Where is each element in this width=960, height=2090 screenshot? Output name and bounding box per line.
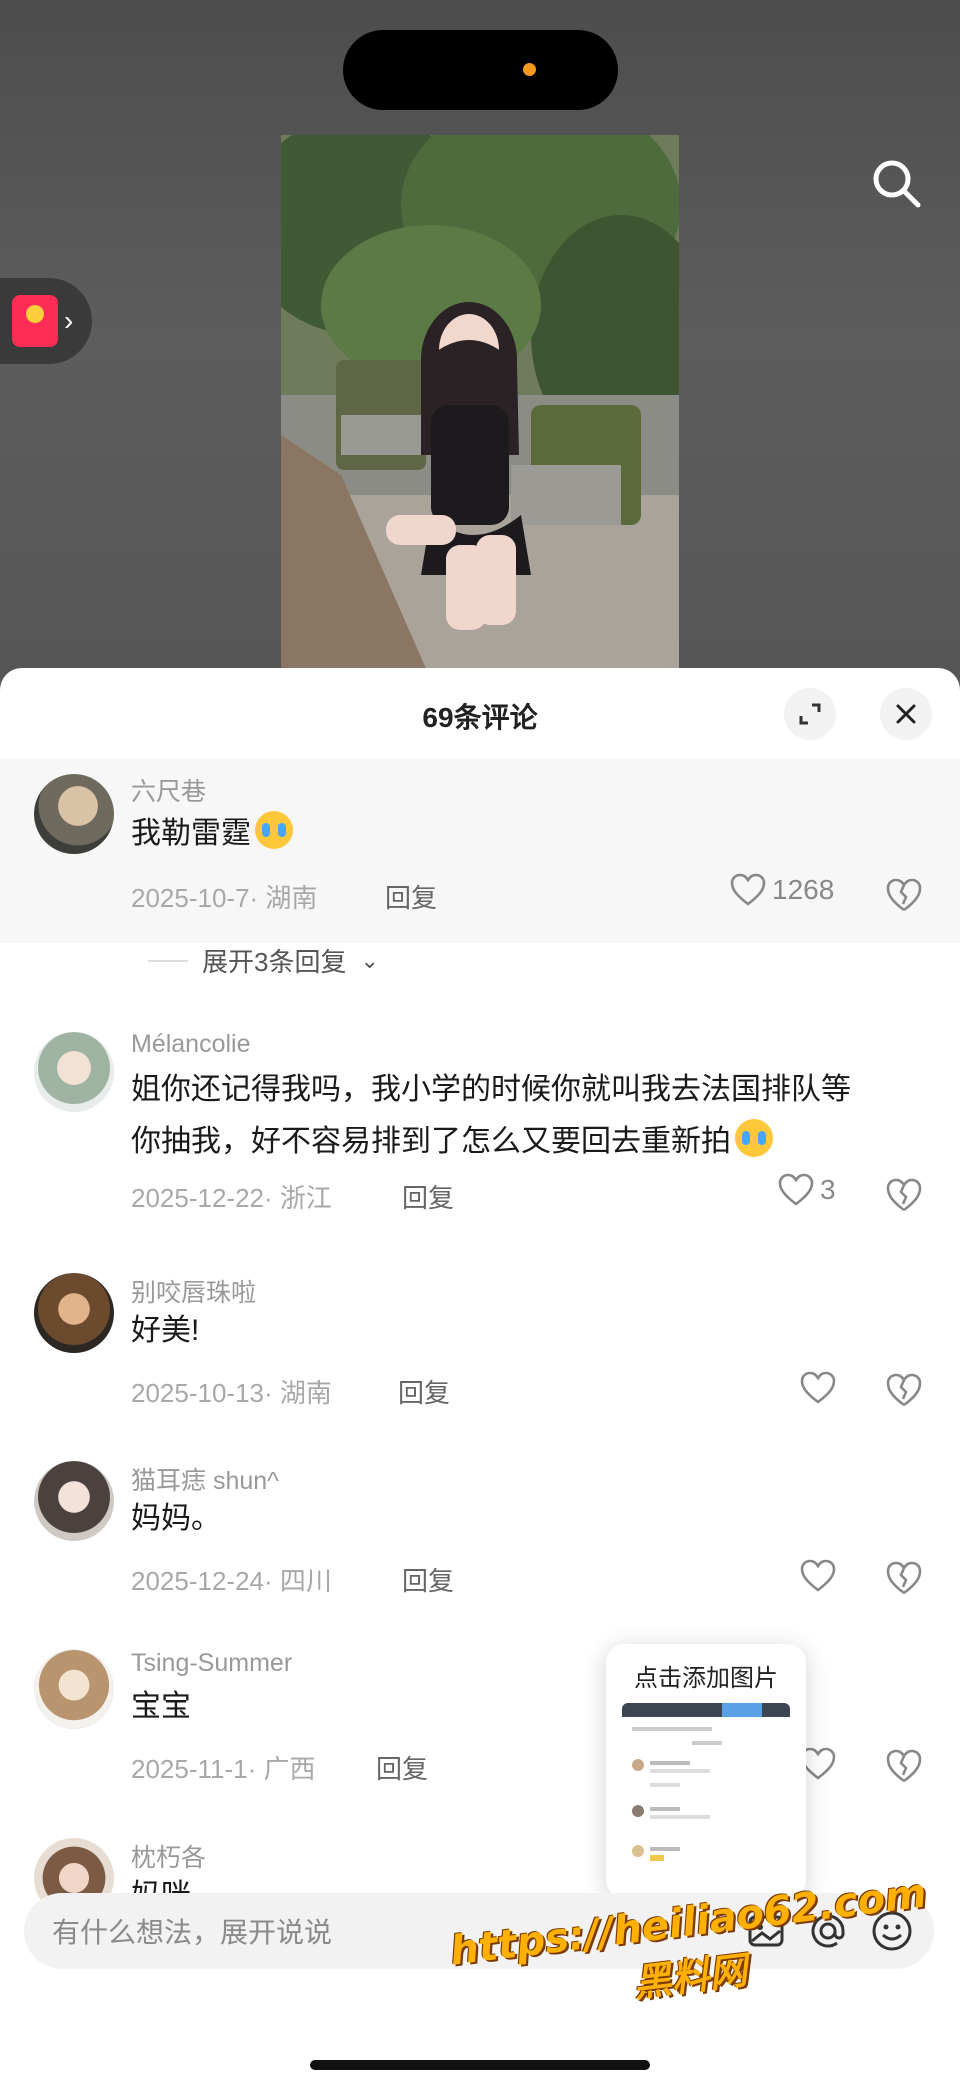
comment-username[interactable]: 猫耳痣 shun^ bbox=[131, 1461, 279, 1497]
comment-text: 好美! bbox=[131, 1314, 200, 1347]
comment-username[interactable]: Mélancolie bbox=[131, 1030, 251, 1059]
comment-username[interactable]: Tsing-Summer bbox=[131, 1649, 292, 1678]
comment-item[interactable]: Tsing-Summer 宝宝 2025-11-1· 广西 回复 bbox=[0, 1649, 960, 1819]
comment-item[interactable]: 六尺巷 我勒雷霆 2025-10-7· 湖南 回复 1268 bbox=[0, 758, 960, 943]
avatar[interactable] bbox=[34, 1032, 114, 1112]
comment-text-line: 姐你还记得我吗，我小学的时候你就叫我去法国排队等 bbox=[131, 1073, 851, 1106]
comment-date-location: 2025-10-13· 湖南 bbox=[131, 1378, 332, 1408]
comment-date-location: 2025-10-7· 湖南 bbox=[131, 883, 318, 913]
reply-button[interactable]: 回复 bbox=[402, 1561, 454, 1598]
avatar[interactable] bbox=[34, 1273, 114, 1353]
avatar[interactable] bbox=[34, 774, 114, 854]
heart-icon[interactable] bbox=[800, 1371, 836, 1405]
like-button[interactable]: 1268 bbox=[730, 873, 834, 907]
red-packet-button[interactable]: › bbox=[0, 278, 92, 364]
comment-text-body: 我勒雷霆 bbox=[131, 817, 251, 850]
comment-date-location: 2025-12-24· 四川 bbox=[131, 1566, 332, 1596]
broken-heart-icon[interactable] bbox=[885, 1371, 923, 1409]
expand-sheet-button[interactable] bbox=[784, 688, 836, 740]
reply-button[interactable]: 回复 bbox=[402, 1178, 454, 1215]
divider-line bbox=[148, 959, 188, 962]
comment-text: 妈妈。 bbox=[131, 1502, 221, 1535]
reply-button[interactable]: 回复 bbox=[398, 1373, 450, 1410]
crying-face-emoji bbox=[255, 811, 293, 849]
search-icon[interactable] bbox=[868, 155, 924, 211]
photo-illustration bbox=[281, 135, 679, 680]
video-photo[interactable] bbox=[281, 135, 679, 680]
reply-button[interactable]: 回复 bbox=[385, 878, 437, 915]
reply-button[interactable]: 回复 bbox=[376, 1749, 428, 1786]
broken-heart-icon[interactable] bbox=[885, 876, 923, 914]
broken-heart-icon[interactable] bbox=[885, 1747, 923, 1785]
broken-heart-icon[interactable] bbox=[885, 1176, 923, 1214]
heart-icon[interactable] bbox=[800, 1559, 836, 1593]
heart-icon bbox=[778, 1173, 814, 1206]
like-count: 3 bbox=[820, 1174, 836, 1205]
screenshot-thumbnail[interactable] bbox=[622, 1703, 790, 1883]
comment-username[interactable]: 枕朽各 bbox=[131, 1838, 206, 1874]
close-sheet-button[interactable] bbox=[880, 688, 932, 740]
close-icon bbox=[896, 704, 916, 724]
dynamic-island bbox=[343, 30, 618, 110]
avatar[interactable] bbox=[34, 1649, 114, 1729]
chevron-right-icon: › bbox=[64, 305, 74, 336]
expand-replies-label: 展开3条回复 bbox=[202, 947, 347, 977]
add-image-popover[interactable]: 点击添加图片 bbox=[606, 1644, 806, 1898]
comments-sheet: 69条评论 六尺巷 我勒雷霆 2025-10-7· 湖南 回复 1268 展开3… bbox=[0, 668, 960, 2090]
sheet-header: 69条评论 bbox=[0, 668, 960, 758]
chevron-down-icon: ⌄ bbox=[360, 947, 379, 973]
comment-item[interactable]: 别咬唇珠啦 好美! 2025-10-13· 湖南 回复 bbox=[0, 1273, 960, 1443]
like-button[interactable]: 3 bbox=[778, 1173, 836, 1207]
comment-date-location: 2025-11-1· 广西 bbox=[131, 1754, 316, 1784]
comment-item[interactable]: 猫耳痣 shun^ 妈妈。 2025-12-24· 四川 回复 bbox=[0, 1461, 960, 1631]
video-area[interactable]: › bbox=[0, 0, 960, 680]
expand-replies-button[interactable]: 展开3条回复 ⌄ bbox=[148, 942, 379, 979]
expand-icon bbox=[799, 703, 821, 725]
avatar[interactable] bbox=[34, 1461, 114, 1541]
red-packet-icon bbox=[12, 295, 58, 347]
like-count: 1268 bbox=[772, 874, 835, 905]
home-indicator[interactable] bbox=[310, 2060, 650, 2070]
comment-text: 我勒雷霆 bbox=[131, 808, 911, 860]
broken-heart-icon[interactable] bbox=[885, 1559, 923, 1597]
crying-face-emoji bbox=[735, 1119, 773, 1157]
comment-date-location: 2025-12-22· 浙江 bbox=[131, 1183, 332, 1213]
comment-text-line: 你抽我，好不容易排到了怎么又要回去重新拍 bbox=[131, 1125, 731, 1158]
comment-text: 姐你还记得我吗，我小学的时候你就叫我去法国排队等 你抽我，好不容易排到了怎么又要… bbox=[131, 1064, 911, 1168]
comment-item[interactable]: Mélancolie 姐你还记得我吗，我小学的时候你就叫我去法国排队等 你抽我，… bbox=[0, 1018, 960, 1238]
comment-username[interactable]: 六尺巷 bbox=[131, 772, 206, 808]
thumbnail-preview bbox=[622, 1703, 790, 1883]
add-image-label: 点击添加图片 bbox=[634, 1665, 778, 1692]
camera-indicator-dot bbox=[523, 63, 536, 76]
comment-username[interactable]: 别咬唇珠啦 bbox=[131, 1273, 256, 1309]
heart-icon bbox=[730, 873, 766, 906]
